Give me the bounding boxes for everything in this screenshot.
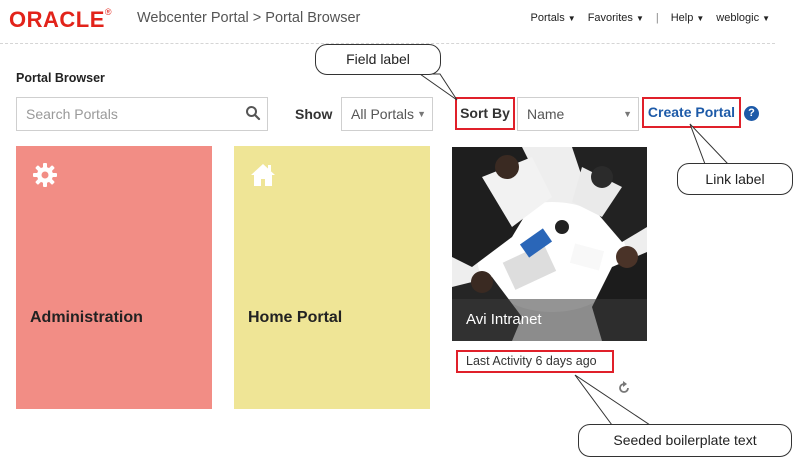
show-label: Show [295, 106, 333, 122]
page-title: Portal Browser [16, 71, 105, 85]
search-icon[interactable] [245, 105, 261, 121]
top-navigation: Portals ▼ Favorites ▼ | Help ▼ weblogic ▼ [519, 12, 770, 24]
tile-label-home-portal: Home Portal [248, 309, 343, 326]
nav-help-menu[interactable]: Help ▼ [671, 12, 705, 24]
refresh-icon[interactable] [617, 381, 631, 395]
tile-label-avi-intranet: Avi Intranet [466, 311, 542, 328]
home-icon [251, 164, 275, 186]
nav-separator: | [655, 12, 659, 24]
sort-select-value: Name [527, 106, 565, 122]
nav-user-label: weblogic [716, 12, 760, 24]
callout-seeded-text: Seeded boilerplate text [578, 424, 792, 457]
sort-by-label: Sort By [455, 97, 515, 130]
portal-tile-home[interactable]: Home Portal [234, 146, 430, 409]
portal-tile-administration[interactable]: Administration [16, 146, 212, 409]
tile-label-administration: Administration [30, 309, 143, 326]
logo-text: ORACLE [9, 7, 105, 32]
chevron-down-icon: ▼ [623, 109, 632, 119]
callout-field-label: Field label [315, 44, 441, 75]
gear-icon [33, 163, 57, 187]
logo-registered-mark: ® [104, 7, 113, 17]
oracle-logo[interactable]: ORACLE® [9, 7, 112, 33]
portal-tile-avi-intranet[interactable]: Avi Intranet [452, 147, 647, 341]
nav-favorites-menu[interactable]: Favorites ▼ [588, 12, 644, 24]
chevron-down-icon: ▼ [567, 14, 576, 23]
sort-by-select[interactable]: Name ▼ [517, 97, 639, 131]
chevron-down-icon: ▼ [635, 14, 644, 23]
nav-help-label: Help [670, 12, 694, 24]
chevron-down-icon: ▼ [762, 14, 770, 23]
search-input[interactable] [17, 98, 237, 130]
nav-user-menu[interactable]: weblogic ▼ [716, 12, 770, 24]
show-select-value: All Portals [351, 106, 415, 122]
search-field[interactable] [16, 97, 268, 131]
chevron-down-icon: ▼ [417, 109, 426, 119]
nav-portals-menu[interactable]: Portals ▼ [531, 12, 576, 24]
app-title: Webcenter Portal > Portal Browser [137, 10, 361, 26]
nav-favorites-label: Favorites [587, 12, 633, 24]
last-activity-text: Last Activity 6 days ago [456, 350, 614, 373]
help-icon[interactable]: ? [744, 106, 759, 121]
app-header: ORACLE® Webcenter Portal > Portal Browse… [0, 0, 810, 44]
callout-link-label: Link label [677, 163, 793, 195]
show-select[interactable]: All Portals ▼ [341, 97, 433, 131]
tile-caption: Avi Intranet [452, 299, 647, 341]
nav-portals-label: Portals [530, 12, 565, 24]
chevron-down-icon: ▼ [696, 14, 705, 23]
create-portal-link[interactable]: Create Portal [642, 97, 741, 128]
